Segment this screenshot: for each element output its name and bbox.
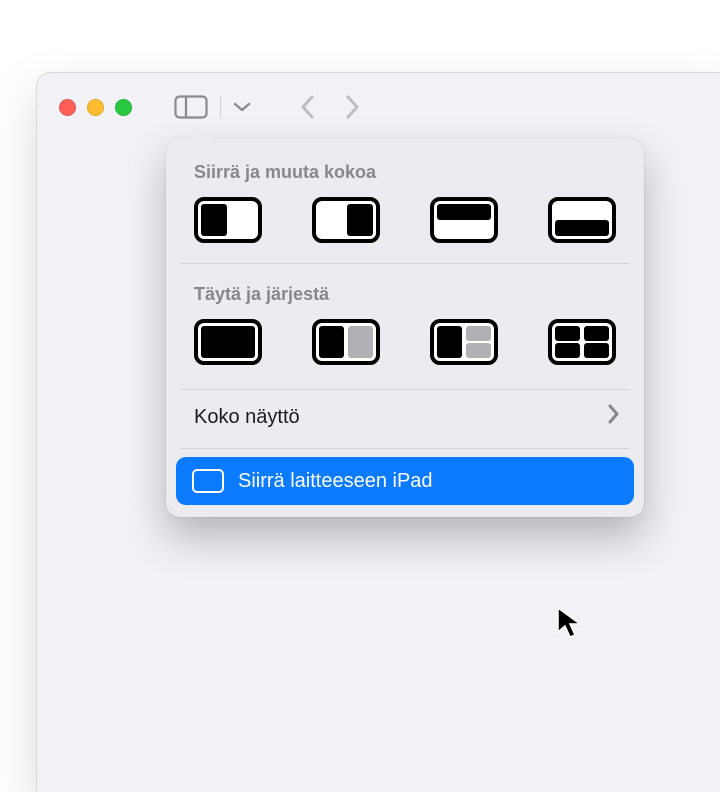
- nav-back-button[interactable]: [299, 94, 315, 120]
- sidebar-toggle-button[interactable]: [168, 91, 214, 123]
- menu-divider: [180, 263, 630, 264]
- move-resize-options: [166, 197, 644, 263]
- ipad-icon: [192, 469, 224, 493]
- traffic-lights: [59, 99, 132, 116]
- tile-left-half-button[interactable]: [194, 197, 262, 243]
- move-resize-section-label: Siirrä ja muuta kokoa: [166, 156, 644, 197]
- arrange-full-button[interactable]: [194, 319, 262, 365]
- arrange-left-right-stack-button[interactable]: [430, 319, 498, 365]
- move-to-ipad-label: Siirrä laitteeseen iPad: [238, 470, 433, 493]
- arrange-quadrants-button[interactable]: [548, 319, 616, 365]
- fullscreen-menu-item[interactable]: Koko näyttö: [166, 390, 644, 444]
- tile-right-half-button[interactable]: [312, 197, 380, 243]
- arrange-halves-button[interactable]: [312, 319, 380, 365]
- app-window: Siirrä ja muuta kokoa Täytä ja järjestä …: [36, 72, 720, 792]
- tile-bottom-half-button[interactable]: [548, 197, 616, 243]
- toolbar-dropdown-button[interactable]: [227, 97, 257, 117]
- nav-forward-button[interactable]: [345, 94, 361, 120]
- toolbar: [168, 91, 257, 123]
- tile-top-half-button[interactable]: [430, 197, 498, 243]
- window-tiling-menu: Siirrä ja muuta kokoa Täytä ja järjestä …: [166, 138, 644, 517]
- toolbar-separator: [220, 96, 221, 118]
- menu-divider: [180, 448, 630, 449]
- zoom-window-button[interactable]: [115, 99, 132, 116]
- fullscreen-label: Koko näyttö: [194, 406, 300, 429]
- titlebar: [37, 73, 720, 141]
- nav-arrows: [299, 94, 361, 120]
- move-to-ipad-menu-item[interactable]: Siirrä laitteeseen iPad: [176, 457, 634, 505]
- fill-arrange-options: [166, 319, 644, 385]
- chevron-right-icon: [608, 404, 620, 430]
- minimize-window-button[interactable]: [87, 99, 104, 116]
- fill-arrange-section-label: Täytä ja järjestä: [166, 278, 644, 319]
- close-window-button[interactable]: [59, 99, 76, 116]
